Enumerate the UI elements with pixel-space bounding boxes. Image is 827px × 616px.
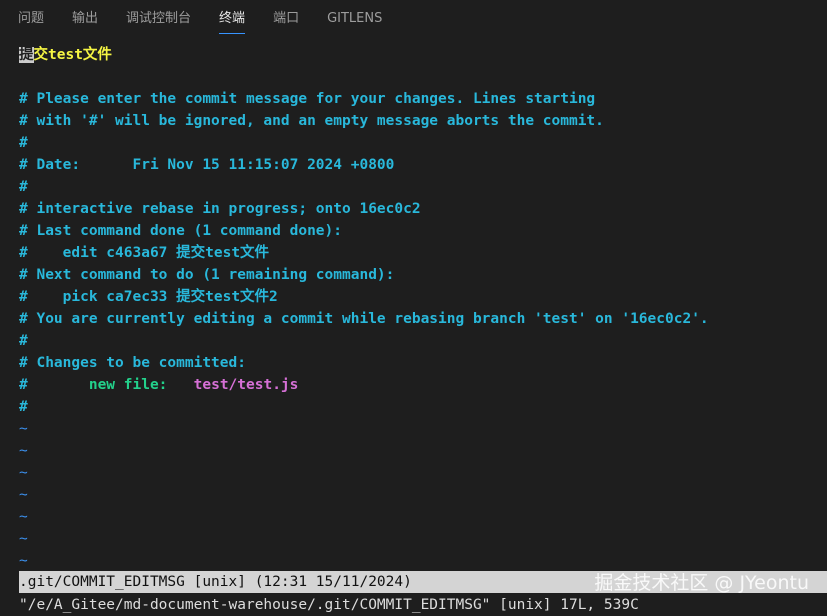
- comment-line: # edit c463a67 提交test文件: [19, 245, 270, 261]
- comment-line: # Date: Fri Nov 15 11:15:07 2024 +0800: [19, 157, 395, 173]
- comment-line: #: [19, 135, 28, 151]
- changes-gap: [167, 377, 193, 393]
- tab-output[interactable]: 输出: [72, 0, 98, 38]
- empty-line-tilde: ~: [19, 531, 28, 547]
- vim-message-line: "/e/A_Gitee/md-document-warehouse/.git/C…: [19, 597, 639, 613]
- new-file-label: new file:: [88, 377, 168, 393]
- comment-line: # interactive rebase in progress; onto 1…: [19, 201, 421, 217]
- comment-line: # with '#' will be ignored, and an empty…: [19, 113, 604, 129]
- comment-line: # Last command done (1 command done):: [19, 223, 343, 239]
- empty-line-tilde: ~: [19, 465, 28, 481]
- comment-line: # You are currently editing a commit whi…: [19, 311, 709, 327]
- changes-prefix: #: [19, 377, 89, 393]
- comment-line: #: [19, 333, 28, 349]
- comment-line: [19, 66, 827, 88]
- text-cursor: 提: [19, 47, 34, 63]
- tab-debug-console[interactable]: 调试控制台: [126, 0, 191, 38]
- tab-gitlens[interactable]: GITLENS: [327, 0, 382, 38]
- tab-problems[interactable]: 问题: [18, 0, 44, 38]
- empty-line-tilde: ~: [19, 421, 28, 437]
- tab-ports[interactable]: 端口: [273, 0, 299, 38]
- watermark: 掘金技术社区 @ JYeontu: [594, 572, 809, 594]
- comment-line: #: [19, 179, 28, 195]
- panel-tab-bar: 问题 输出 调试控制台 终端 端口 GITLENS: [0, 0, 827, 38]
- comment-line: #: [19, 399, 28, 415]
- comment-line: # Changes to be committed:: [19, 355, 246, 371]
- empty-line-tilde: ~: [19, 443, 28, 459]
- tab-terminal[interactable]: 终端: [219, 0, 246, 38]
- new-file-path: test/test.js: [193, 377, 299, 393]
- empty-line-tilde: ~: [19, 487, 28, 503]
- empty-line-tilde: ~: [19, 509, 28, 525]
- terminal-vim-editor[interactable]: 提交test文件 # Please enter the commit messa…: [19, 44, 827, 572]
- comment-line: # Please enter the commit message for yo…: [19, 91, 596, 107]
- commit-message-text: 交test文件: [33, 47, 112, 63]
- commit-message-line[interactable]: 提交test文件: [19, 44, 827, 66]
- comment-line: # pick ca7ec33 提交test文件2: [19, 289, 278, 305]
- comment-line: # Next command to do (1 remaining comman…: [19, 267, 395, 283]
- changes-line: # new file: test/test.js: [19, 374, 827, 396]
